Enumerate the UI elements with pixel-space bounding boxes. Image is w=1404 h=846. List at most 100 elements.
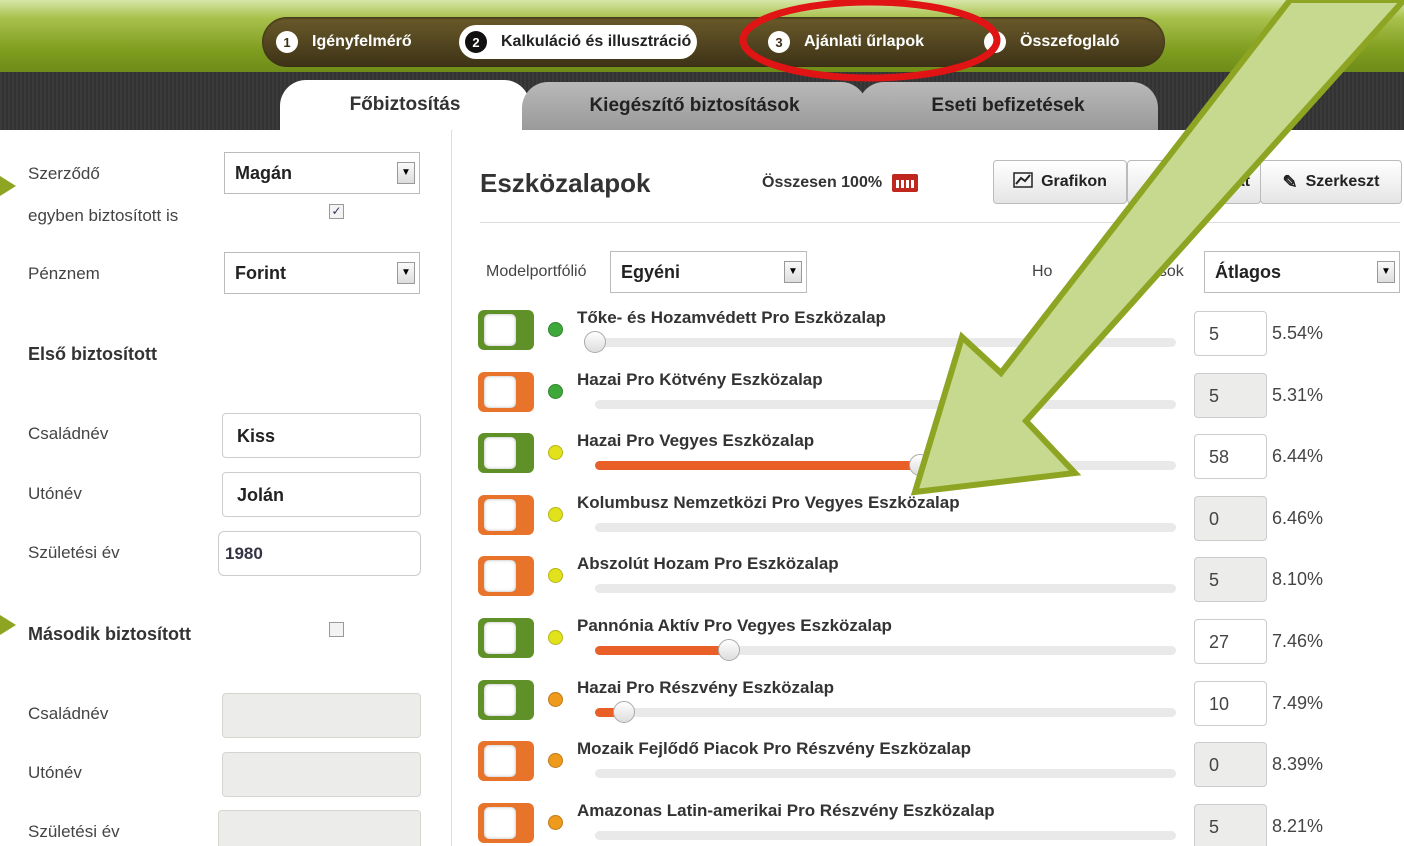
fund-percentage-input[interactable]: 10: [1194, 680, 1267, 726]
yield-select[interactable]: Átlagos ▼: [1204, 251, 1400, 293]
chevron-down-icon: ▼: [1377, 261, 1395, 283]
step-igenyfelmero[interactable]: 1 Igényfelmérő: [276, 25, 412, 59]
fund-toggle[interactable]: [478, 494, 534, 535]
total-allocation: Összesen 100%: [762, 174, 919, 192]
total-text: Összesen 100%: [762, 174, 883, 191]
birth-year2-field[interactable]: [218, 810, 421, 846]
toggle-knob: [484, 437, 516, 470]
fund-slider-handle[interactable]: [909, 454, 932, 477]
step-label: Igényfelmérő: [312, 33, 412, 50]
fund-toggle[interactable]: [478, 802, 534, 843]
chart-button[interactable]: Grafikon: [993, 160, 1127, 204]
model-portfolio-select[interactable]: Egyéni ▼: [610, 251, 807, 293]
edit-button-label: Szerkeszt: [1305, 173, 1380, 190]
fund-toggle[interactable]: [478, 679, 534, 720]
fund-percentage-input[interactable]: 58: [1194, 434, 1267, 480]
fund-name: Pannónia Aktív Pro Vegyes Eszközalap: [577, 616, 892, 635]
fund-percentage-input[interactable]: 5: [1194, 372, 1267, 418]
family-name2-field[interactable]: [222, 693, 421, 738]
left-panel: Szerződő Magán ▼ egyben biztosított is ✓…: [8, 130, 452, 846]
toggle-knob: [484, 622, 516, 654]
chevron-down-icon: ▼: [397, 262, 415, 284]
fund-panel: Eszközalapok Összesen 100% Grafikon zat …: [452, 130, 1404, 846]
fund-slider-track[interactable]: [595, 522, 1176, 532]
toggle-knob: [484, 498, 516, 531]
fund-slider-track[interactable]: [584, 331, 1176, 353]
fund-toggle[interactable]: [478, 371, 534, 412]
fund-toggle[interactable]: [478, 741, 534, 782]
tab-bar: Főbiztosítás Kiegészítő biztosítások Ese…: [0, 72, 1404, 130]
fund-name: Hazai Pro Részvény Eszközalap: [577, 677, 835, 697]
annotation-pointer: [0, 615, 16, 635]
step-number-2: 2: [465, 31, 487, 53]
fund-slider-track[interactable]: [595, 399, 1176, 409]
chart-icon: [1013, 171, 1033, 193]
page-title: Eszközalapok: [480, 168, 651, 198]
annotation-pointer: [0, 176, 16, 196]
fund-percentage-input[interactable]: 5: [1194, 311, 1267, 356]
fund-yield: 8.21%: [1272, 815, 1324, 836]
fund-toggle[interactable]: [478, 618, 534, 658]
table-button[interactable]: zat: [1127, 160, 1261, 204]
calendar-icon[interactable]: [892, 174, 919, 192]
fund-percentage-input[interactable]: 5: [1194, 803, 1267, 846]
fund-percentage-input[interactable]: 5: [1194, 557, 1267, 603]
birth-year2-label: Születési év: [28, 822, 120, 841]
fund-slider-track[interactable]: [595, 454, 1176, 477]
fund-slider-track[interactable]: [595, 769, 1176, 779]
risk-indicator-icon: [548, 691, 563, 707]
fund-name: Hazai Pro Vegyes Eszközalap: [577, 431, 815, 451]
step-label: Ajánlati űrlapok: [804, 33, 925, 50]
toggle-knob: [484, 375, 516, 408]
step-osszefoglalo[interactable]: Összefoglaló: [984, 25, 1120, 59]
chevron-down-icon: ▼: [397, 162, 415, 184]
fund-slider-track[interactable]: [595, 584, 1176, 594]
fund-slider-handle[interactable]: [584, 331, 606, 353]
fund-name: Amazonas Latin-amerikai Pro Részvény Esz…: [577, 800, 995, 820]
second-insured-checkbox[interactable]: [329, 622, 344, 637]
fund-yield: 5.54%: [1272, 323, 1324, 343]
fund-yield: 7.46%: [1272, 631, 1324, 651]
chart-button-label: Grafikon: [1041, 173, 1107, 190]
family-name-field[interactable]: Kiss: [222, 413, 421, 458]
fund-percentage-input[interactable]: 27: [1194, 619, 1267, 664]
fund-slider-handle[interactable]: [717, 639, 740, 661]
fund-slider-handle[interactable]: [613, 700, 636, 723]
wizard-bar: 1 Igényfelmérő 2 Kalkuláció és illusztrá…: [0, 0, 1404, 72]
yield-label-start: Ho: [1032, 263, 1053, 280]
fund-toggle[interactable]: [478, 556, 534, 597]
toggle-knob: [484, 560, 516, 593]
fund-slider-track[interactable]: [595, 700, 1176, 723]
first-name2-field[interactable]: [222, 752, 421, 797]
tab-fobiztositas[interactable]: Főbiztosítás: [280, 80, 530, 130]
birth-year-field[interactable]: 1980: [218, 531, 421, 576]
tab-eseti-befizetesek[interactable]: Eseti befizetések: [858, 82, 1158, 130]
contractor-value: Magán: [235, 163, 293, 183]
fund-toggle[interactable]: [478, 310, 534, 350]
fund-yield: 6.46%: [1272, 507, 1324, 528]
first-name-field[interactable]: Jolán: [222, 472, 421, 517]
toggle-knob: [484, 683, 516, 716]
first-name2-label: Utónév: [28, 763, 82, 782]
fund-toggle[interactable]: [478, 433, 534, 474]
fund-percentage-input[interactable]: 0: [1194, 495, 1267, 541]
tab-kiegeszito-biztositasok[interactable]: Kiegészítő biztosítások: [522, 82, 867, 130]
step-label: Összefoglaló: [1020, 33, 1120, 50]
step-number-1: 1: [276, 31, 298, 53]
model-portfolio-label: Modelportfólió: [486, 263, 587, 280]
risk-indicator-icon: [548, 445, 563, 461]
risk-indicator-icon: [548, 322, 563, 337]
model-portfolio-value: Egyéni: [621, 262, 681, 282]
fund-slider-track[interactable]: [595, 639, 1176, 661]
edit-button[interactable]: ✎ Szerkeszt: [1260, 160, 1402, 204]
fund-name: Hazai Pro Kötvény Eszközalap: [577, 369, 823, 389]
step-ajanlati-urlapok[interactable]: 3 Ajánlati űrlapok: [768, 25, 924, 59]
step-kalkulacio[interactable]: 2 Kalkuláció és illusztráció: [459, 25, 698, 59]
contractor-select[interactable]: Magán ▼: [224, 152, 420, 194]
step-label: Kalkuláció és illusztráció: [501, 33, 692, 50]
wizard-steps: 1 Igényfelmérő 2 Kalkuláció és illusztrá…: [262, 17, 1165, 67]
fund-slider-track[interactable]: [595, 830, 1176, 840]
fund-percentage-input[interactable]: 0: [1194, 742, 1267, 788]
currency-select[interactable]: Forint ▼: [224, 252, 420, 294]
also-insured-checkbox[interactable]: ✓: [329, 204, 344, 219]
